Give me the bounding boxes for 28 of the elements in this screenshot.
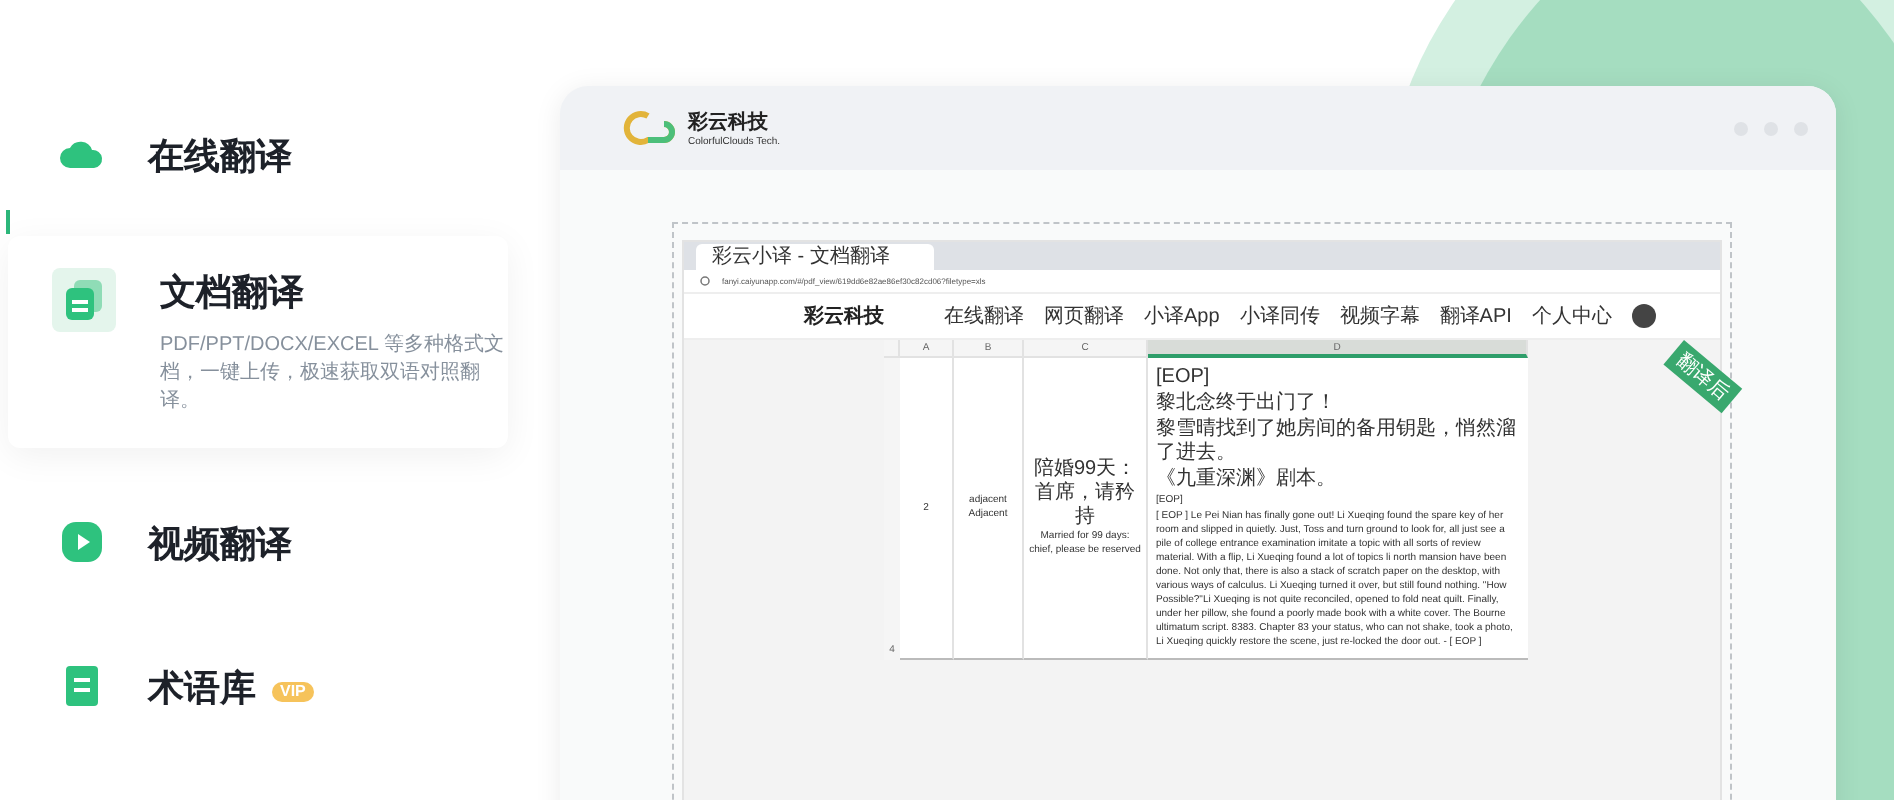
feature-item[interactable]: 在线翻译 (60, 116, 560, 196)
document-icon (66, 280, 102, 320)
nav-link[interactable]: 翻译API (1439, 302, 1512, 330)
feature-title: 文档翻译 (160, 272, 304, 312)
nav-link[interactable]: 个人中心 (1531, 302, 1612, 330)
nav-link[interactable]: 小译App (1144, 302, 1220, 330)
accent-mark (6, 210, 10, 234)
nav-link[interactable]: 视频字幕 (1339, 302, 1420, 330)
cloud-icon (60, 140, 104, 168)
avatar[interactable] (1631, 304, 1656, 328)
feature-description: PDF/PPT/DOCX/EXCEL 等多种格式文档，一键上传，极速获取双语对照翻译。 (160, 332, 506, 416)
browser-tab[interactable]: 彩云小译 - 文档翻译 (696, 244, 934, 270)
nav-link[interactable]: 小译同传 (1239, 302, 1320, 330)
reload-icon[interactable] (700, 276, 710, 286)
feature-title: 术语库 (148, 668, 256, 708)
feature-item[interactable]: 文档翻译 PDF/PPT/DOCX/EXCEL 等多种格式文档，一键上传，极速获取双语对照翻译。 (8, 236, 508, 448)
brand-name: 彩云科技 (688, 109, 770, 136)
cloud-logo-icon (620, 110, 676, 146)
vip-badge: VIP (272, 681, 314, 702)
book-icon (66, 666, 98, 706)
feature-title: 在线翻译 (148, 136, 292, 176)
feature-title: 视频翻译 (148, 524, 292, 564)
feature-item[interactable]: 术语库 VIP (60, 648, 560, 728)
site-brand: 彩云科技 (804, 303, 884, 330)
play-icon (62, 522, 102, 562)
nav-link[interactable]: 在线翻译 (944, 302, 1024, 330)
feature-item[interactable]: 视频翻译 (60, 504, 560, 584)
nav-link[interactable]: 网页翻译 (1044, 302, 1124, 330)
